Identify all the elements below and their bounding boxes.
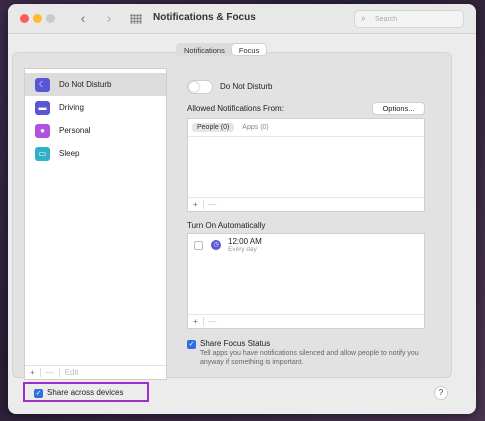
sidebar-item-do-not-disturb[interactable]: ☾ Do Not Disturb xyxy=(25,73,166,96)
schedule-list: ◷ 12:00 AM Every day + — xyxy=(187,233,425,329)
tab-notifications[interactable]: Notifications xyxy=(177,44,232,55)
remove-focus-button[interactable]: — xyxy=(41,368,59,377)
show-all-grid-icon[interactable] xyxy=(130,14,142,24)
close-window-button[interactable] xyxy=(20,14,29,23)
remove-allowed-button[interactable]: — xyxy=(204,200,222,209)
allowed-list-footer: + — xyxy=(188,197,424,211)
do-not-disturb-toggle[interactable] xyxy=(187,80,213,94)
edit-focus-button[interactable]: Edit xyxy=(60,368,84,377)
share-across-devices-label: Share across devices xyxy=(47,388,124,397)
share-focus-status-label: Share Focus Status xyxy=(200,339,271,348)
divider xyxy=(188,136,424,137)
bed-icon: ▭ xyxy=(35,146,50,161)
section-tabs: Notifications Focus xyxy=(176,43,268,56)
search-field[interactable]: ⌕ xyxy=(354,10,464,28)
back-chevron-icon[interactable]: ‹ xyxy=(76,11,90,25)
titlebar: ‹ › Notifications & Focus ⌕ xyxy=(8,4,476,34)
sidebar-item-label: Do Not Disturb xyxy=(59,80,112,89)
add-schedule-button[interactable]: + xyxy=(188,317,203,326)
sidebar-item-label: Sleep xyxy=(59,149,80,158)
schedule-time: 12:00 AM xyxy=(228,237,262,246)
minimize-window-button[interactable] xyxy=(33,14,42,23)
schedule-enabled-checkbox[interactable] xyxy=(194,241,203,250)
moon-icon: ☾ xyxy=(35,77,50,92)
allowed-tabs: People (0) Apps (0) xyxy=(192,123,277,132)
share-focus-status-description: Tell apps you have notifications silence… xyxy=(200,350,419,366)
tab-apps[interactable]: Apps (0) xyxy=(237,123,273,132)
zoom-window-button[interactable] xyxy=(46,14,55,23)
toggle-label: Do Not Disturb xyxy=(220,82,273,91)
focus-list: ☾ Do Not Disturb ▬ Driving ● Personal ▭ … xyxy=(24,68,167,380)
sidebar-item-driving[interactable]: ▬ Driving xyxy=(25,96,166,119)
sidebar-footer: + — Edit xyxy=(25,365,166,379)
window-title: Notifications & Focus xyxy=(153,12,256,23)
help-button[interactable]: ? xyxy=(434,386,448,400)
search-input[interactable] xyxy=(375,13,459,25)
add-allowed-button[interactable]: + xyxy=(188,200,203,209)
share-focus-status-checkbox[interactable]: ✓ xyxy=(187,340,196,349)
person-icon: ● xyxy=(35,123,50,138)
sidebar-item-label: Personal xyxy=(59,126,91,135)
sidebar-item-label: Driving xyxy=(59,103,84,112)
allowed-notifications-list: People (0) Apps (0) + — xyxy=(187,118,425,212)
sidebar-item-personal[interactable]: ● Personal xyxy=(25,119,166,142)
options-button[interactable]: Options... xyxy=(372,102,425,115)
tab-people[interactable]: People (0) xyxy=(192,123,235,132)
car-icon: ▬ xyxy=(35,100,50,115)
clock-icon: ◷ xyxy=(211,240,221,250)
search-icon: ⌕ xyxy=(361,13,367,23)
add-focus-button[interactable]: + xyxy=(25,368,40,377)
allowed-notifications-heading: Allowed Notifications From: xyxy=(187,104,284,113)
schedule-list-footer: + — xyxy=(188,314,424,328)
sidebar-item-sleep[interactable]: ▭ Sleep xyxy=(25,142,166,165)
remove-schedule-button[interactable]: — xyxy=(204,317,222,326)
share-across-devices-checkbox[interactable]: ✓ xyxy=(34,389,43,398)
forward-chevron-icon[interactable]: › xyxy=(102,11,116,25)
tab-focus[interactable]: Focus xyxy=(231,44,267,55)
schedule-repeat: Every day xyxy=(228,246,257,253)
turn-on-automatically-heading: Turn On Automatically xyxy=(187,221,266,230)
toggle-knob xyxy=(189,82,199,92)
